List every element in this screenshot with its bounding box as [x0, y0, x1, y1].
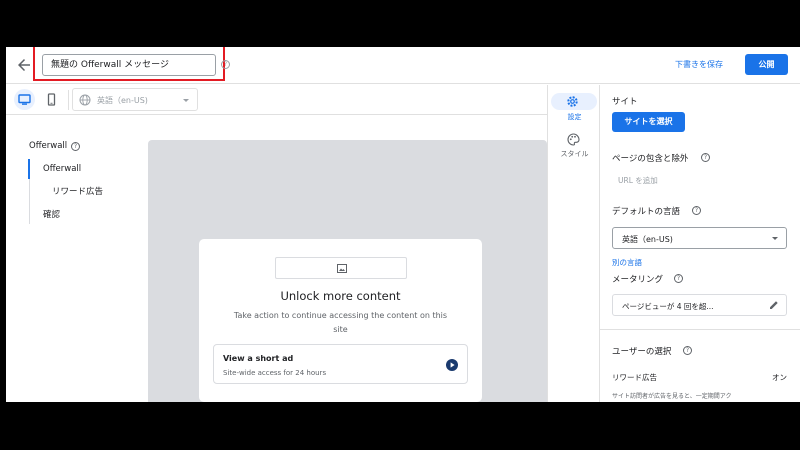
- metering-heading: メータリング: [612, 275, 664, 285]
- chevron-down-icon: [772, 237, 778, 240]
- mobile-icon: [47, 93, 56, 106]
- option-title: View a short ad: [223, 354, 294, 363]
- help-icon[interactable]: ?: [674, 274, 683, 283]
- help-icon[interactable]: ?: [701, 153, 710, 162]
- nav-title: Offerwall: [29, 141, 68, 151]
- chevron-down-icon: [183, 99, 189, 102]
- top-bar: 無題の Offerwall メッセージ ? 下書きを保存 公開: [6, 47, 800, 84]
- offerwall-description: Take action to continue accessing the co…: [233, 311, 448, 334]
- play-icon: [446, 359, 458, 371]
- help-icon[interactable]: ?: [221, 60, 230, 69]
- preview-language-value: 英語（en-US): [97, 96, 148, 105]
- view-ad-option[interactable]: View a short ad Site-wide access for 24 …: [213, 344, 468, 384]
- side-rail: 設定 スタイル: [547, 85, 600, 402]
- help-icon[interactable]: ?: [692, 206, 701, 215]
- site-heading: サイト: [612, 97, 638, 107]
- nav-active-indicator: [28, 159, 30, 179]
- toolbar-divider: [68, 90, 69, 110]
- rewarded-ads-status[interactable]: オン: [772, 372, 787, 383]
- metering-value: ページビューが 4 回を超...: [622, 302, 714, 311]
- default-language-value: 英語（en-US): [622, 235, 673, 244]
- preview-language-select[interactable]: 英語（en-US): [72, 88, 198, 111]
- nav-item-rewarded-ads[interactable]: リワード広告: [52, 185, 103, 197]
- nav-item-offerwall[interactable]: Offerwall: [43, 164, 81, 174]
- select-site-button[interactable]: サイトを選択: [612, 112, 685, 132]
- rewarded-ads-label: リワード広告: [612, 373, 657, 382]
- default-language-select[interactable]: 英語（en-US): [612, 227, 787, 249]
- panel-divider: [600, 329, 800, 330]
- metering-field[interactable]: ページビューが 4 回を超...: [612, 294, 787, 316]
- preview-toolbar: 英語（en-US): [6, 85, 547, 115]
- offerwall-title: Unlock more content: [280, 289, 401, 303]
- app-window: 無題の Offerwall メッセージ ? 下書きを保存 公開 英語（en-US…: [6, 47, 800, 402]
- settings-tab-label[interactable]: 設定: [548, 112, 601, 122]
- mobile-view-button[interactable]: [41, 89, 62, 110]
- pencil-icon[interactable]: [769, 300, 779, 310]
- back-arrow-icon[interactable]: [16, 57, 32, 73]
- logo-placeholder: [275, 257, 407, 279]
- save-draft-button[interactable]: 下書きを保存: [675, 59, 723, 70]
- publish-button[interactable]: 公開: [745, 54, 788, 75]
- option-subtitle: Site-wide access for 24 hours: [223, 369, 327, 377]
- add-url-button[interactable]: URL を追加: [618, 175, 658, 186]
- nav-item-confirm[interactable]: 確認: [43, 208, 60, 220]
- default-language-heading: デフォルトの言語: [612, 207, 681, 217]
- desktop-icon: [18, 94, 31, 105]
- style-tab-label[interactable]: スタイル: [548, 149, 601, 159]
- settings-panel: サイト サイトを選択 ページの包含と除外 ? URL を追加 デフォルトの言語 …: [600, 85, 800, 402]
- globe-icon: [79, 94, 91, 106]
- title-highlight-box: [33, 47, 225, 81]
- user-choice-heading: ユーザーの選択: [612, 347, 672, 357]
- desktop-view-button[interactable]: [14, 89, 35, 110]
- help-icon[interactable]: ?: [71, 142, 80, 151]
- page-include-heading: ページの包含と除外: [612, 154, 689, 164]
- help-icon[interactable]: ?: [683, 346, 692, 355]
- offerwall-card: Unlock more content Take action to conti…: [199, 239, 482, 402]
- gear-icon: [567, 96, 578, 107]
- palette-icon[interactable]: [567, 133, 580, 146]
- image-icon: [337, 264, 347, 273]
- other-language-link[interactable]: 別の言語: [612, 257, 642, 268]
- rewarded-ads-description: サイト訪問者が広告を見ると、一定期間アク: [612, 393, 732, 400]
